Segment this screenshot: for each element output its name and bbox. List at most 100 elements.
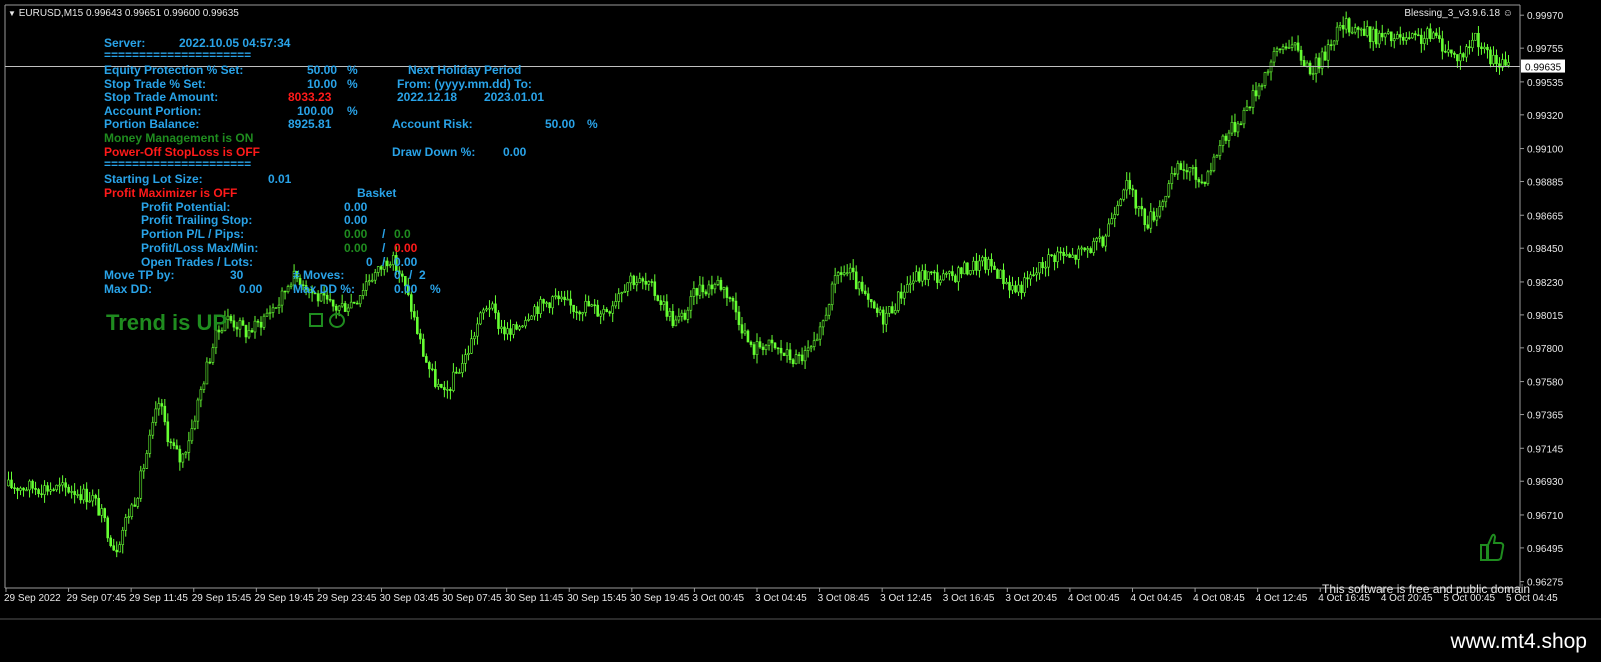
candle-body <box>470 338 473 354</box>
price-tick-label: 0.97365 <box>1527 411 1564 422</box>
candle-body <box>160 403 164 407</box>
candle-body <box>1149 211 1153 229</box>
basket-label: Basket <box>357 186 397 200</box>
price-tick-label: 0.97580 <box>1527 378 1564 389</box>
candle-body <box>22 487 25 491</box>
candle-body <box>1101 236 1104 247</box>
candle-body <box>866 293 870 300</box>
candle-body <box>151 422 155 436</box>
candle-body <box>1230 122 1234 134</box>
account-portion-label: Account Portion: <box>104 104 202 118</box>
candle-body <box>46 485 49 492</box>
candle-body <box>1483 46 1486 50</box>
candle-body <box>533 306 536 317</box>
candle-body <box>554 295 557 298</box>
candle-body <box>485 308 488 311</box>
candle-body <box>683 312 687 320</box>
candle-body <box>334 305 338 311</box>
candle-body <box>388 264 392 267</box>
candle-body <box>1314 57 1318 74</box>
candle-body <box>124 517 128 531</box>
candle-body <box>734 300 738 313</box>
candle-body <box>599 313 602 317</box>
drawdown-value: 0.00 <box>503 145 527 159</box>
symbol-header[interactable]: ▼ EURUSD,M15 0.99643 0.99651 0.99600 0.9… <box>8 8 239 19</box>
candle-body <box>1332 40 1336 46</box>
portion-balance-value: 8925.81 <box>288 117 332 131</box>
candle-body <box>530 315 533 320</box>
candle-body <box>13 487 16 490</box>
candle-body <box>725 287 729 298</box>
time-tick-label: 3 Oct 04:45 <box>755 593 807 604</box>
candle-body <box>527 318 530 321</box>
candle-body <box>1089 248 1092 253</box>
candle-body <box>963 262 966 275</box>
candle-body <box>7 479 10 487</box>
candle-body <box>536 306 539 314</box>
account-risk-unit: % <box>587 117 598 131</box>
stop-trade-unit: % <box>347 77 358 91</box>
candle-body <box>563 296 566 300</box>
candle-body <box>446 389 449 391</box>
candle-body <box>659 300 663 306</box>
candle-body <box>927 271 930 280</box>
dropdown-triangle-icon[interactable]: ▼ <box>8 9 16 18</box>
stop-trade-label: Stop Trade % Set: <box>104 77 207 91</box>
candle-body <box>1170 173 1174 184</box>
candle-body <box>503 326 506 335</box>
candle-body <box>689 296 693 311</box>
price-chart[interactable]: 0.99970 0.99755 0.99535 0.99320 0.99100 0.988… <box>0 0 1601 618</box>
candle-body <box>749 341 753 345</box>
candle-body <box>473 335 476 340</box>
candle-body <box>800 354 804 362</box>
candle-body <box>686 309 690 320</box>
candle-body <box>271 307 275 313</box>
candle-body <box>488 307 491 310</box>
candle-body <box>1474 32 1477 41</box>
candle-body <box>64 482 67 488</box>
candle-body <box>1185 170 1189 173</box>
time-tick-label: 29 Sep 15:45 <box>192 593 252 604</box>
candle-body <box>942 273 945 281</box>
chart-area[interactable]: 0.99970 0.99755 0.99535 0.99320 0.99100 0.988… <box>0 0 1601 618</box>
move-tp-label: Move TP by: <box>104 268 175 282</box>
holiday-from-date: 2022.12.18 <box>397 90 458 104</box>
candle-body <box>1441 38 1444 52</box>
starting-lot-label: Starting Lot Size: <box>104 172 203 186</box>
candle-body <box>1359 28 1363 31</box>
candle-body <box>1083 247 1086 251</box>
candle-body <box>1398 34 1402 38</box>
candle-body <box>1453 52 1456 55</box>
candle-body <box>1353 27 1357 33</box>
candle-body <box>614 301 618 307</box>
candle-body <box>349 301 353 309</box>
candle-body <box>653 281 657 296</box>
portion-pl-slash: / <box>382 227 386 241</box>
price-tick-label: 0.96930 <box>1527 477 1564 488</box>
candle-body <box>331 299 335 307</box>
free-software-notice: This software is free and public domain <box>1322 582 1531 596</box>
account-portion-unit: % <box>347 104 358 118</box>
candle-body <box>1122 189 1126 200</box>
candle-body <box>1392 38 1396 42</box>
candle-body <box>1134 189 1138 209</box>
candle-body <box>773 342 777 349</box>
price-tick-label: 0.99535 <box>1527 78 1564 89</box>
candle-body <box>1179 163 1183 170</box>
candle-body <box>97 497 100 516</box>
time-tick-label: 3 Oct 20:45 <box>1005 593 1057 604</box>
candle-body <box>190 428 194 442</box>
profit-potential-label: Profit Potential: <box>141 200 231 214</box>
candle-body <box>1320 51 1324 69</box>
candle-body <box>1125 180 1129 191</box>
candle-body <box>548 302 551 309</box>
candle-body <box>1020 284 1023 293</box>
move-tp-value: 30 <box>230 268 244 282</box>
candle-body <box>1035 272 1038 276</box>
candle-body <box>1386 31 1390 34</box>
candle-body <box>860 281 864 292</box>
candle-body <box>803 350 807 362</box>
indicator-name[interactable]: Blessing_3_v3.9.6.18 ☺ <box>1404 8 1513 19</box>
candle-body <box>641 278 645 282</box>
candle-body <box>1059 251 1062 254</box>
